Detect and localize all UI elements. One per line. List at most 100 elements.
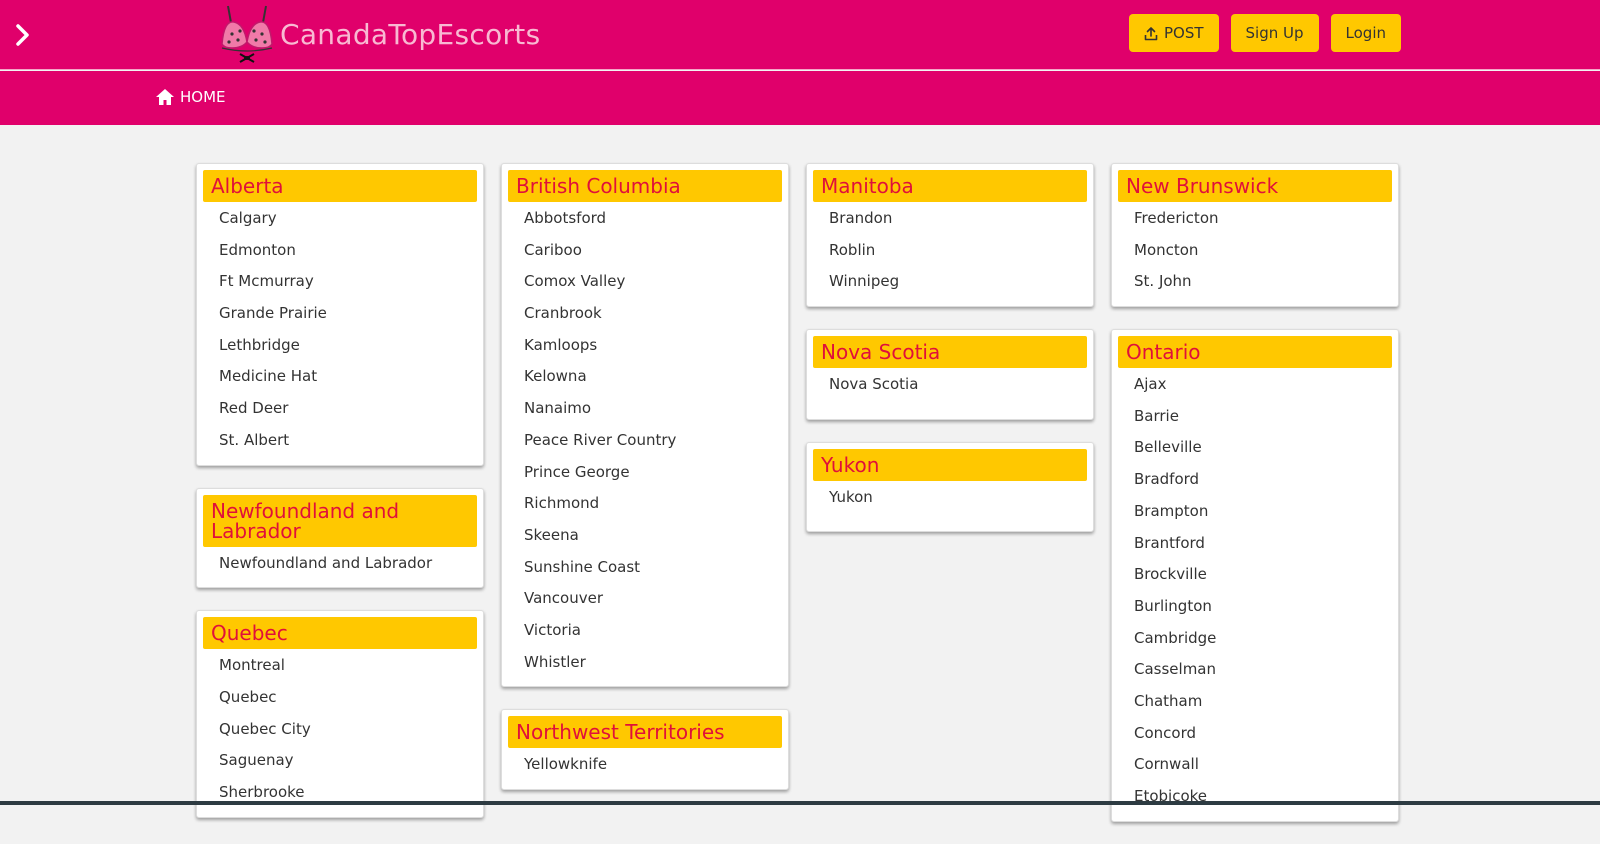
city-link[interactable]: Cranbrook — [508, 298, 782, 330]
site-logo[interactable]: CanadaTopEscorts — [220, 4, 540, 64]
city-list: Nova Scotia — [813, 368, 1087, 401]
chevron-right-icon — [16, 24, 29, 46]
city-link[interactable]: Moncton — [1118, 235, 1392, 267]
province-heading[interactable]: Ontario — [1118, 336, 1392, 369]
province-heading[interactable]: New Brunswick — [1118, 170, 1392, 202]
province-heading[interactable]: Quebec — [203, 617, 477, 650]
city-link[interactable]: St. Albert — [203, 425, 477, 457]
column-2: British Columbia Abbotsford Cariboo Comox … — [501, 163, 789, 812]
city-list: Fredericton Moncton St. John — [1118, 202, 1392, 298]
province-heading[interactable]: Manitoba — [813, 170, 1087, 202]
province-heading[interactable]: Yukon — [813, 448, 1087, 481]
province-card-alberta: Alberta Calgary Edmonton Ft Mcmurray Grande… — [196, 163, 484, 466]
city-link[interactable]: Yukon — [813, 482, 1087, 514]
city-list: Calgary Edmonton Ft Mcmurray Grande Prairie… — [203, 202, 477, 457]
province-heading[interactable]: Newfoundland and Labrador — [203, 494, 477, 547]
sidebar-toggle-button[interactable] — [10, 22, 36, 48]
city-link[interactable]: Belleville — [1118, 432, 1392, 464]
login-button[interactable]: Login — [1330, 14, 1401, 52]
login-button-label: Login — [1345, 24, 1386, 42]
city-link[interactable]: Nova Scotia — [813, 369, 1087, 401]
city-link[interactable]: Kelowna — [508, 361, 782, 393]
city-link[interactable]: Sunshine Coast — [508, 552, 782, 584]
province-card-yukon: Yukon Yukon — [806, 441, 1094, 533]
city-link[interactable]: Casselman — [1118, 654, 1392, 686]
city-list: Abbotsford Cariboo Comox Valley Cranbrook Ka… — [508, 202, 782, 678]
city-link[interactable]: Quebec City — [203, 714, 477, 746]
post-button-label: POST — [1163, 24, 1204, 42]
city-link[interactable]: Fredericton — [1118, 203, 1392, 235]
column-4: New Brunswick Fredericton Moncton St. John… — [1111, 163, 1399, 844]
city-link[interactable]: Peace River Country — [508, 425, 782, 457]
city-link[interactable]: Brockville — [1118, 559, 1392, 591]
city-link[interactable]: Kamloops — [508, 330, 782, 362]
column-3: Manitoba Brandon Roblin Winnipeg Nova Scot… — [806, 163, 1094, 554]
province-heading[interactable]: British Columbia — [508, 170, 782, 202]
province-heading[interactable]: Northwest Territories — [508, 716, 782, 749]
city-link[interactable]: Concord — [1118, 718, 1392, 750]
city-list: Brandon Roblin Winnipeg — [813, 202, 1087, 298]
city-link[interactable]: Brantford — [1118, 528, 1392, 560]
province-card-new-brunswick: New Brunswick Fredericton Moncton St. John — [1111, 163, 1399, 308]
bra-logo-icon — [221, 5, 273, 63]
city-link[interactable]: St. John — [1118, 266, 1392, 298]
province-heading[interactable]: Nova Scotia — [813, 336, 1087, 369]
city-link[interactable]: Chatham — [1118, 686, 1392, 718]
city-link[interactable]: Newfoundland and Labrador — [203, 548, 477, 580]
city-link[interactable]: Calgary — [203, 203, 477, 235]
city-link[interactable]: Whistler — [508, 647, 782, 679]
city-link[interactable]: Roblin — [813, 235, 1087, 267]
header-actions: POST Sign Up Login — [1128, 14, 1401, 52]
city-link[interactable]: Richmond — [508, 488, 782, 520]
city-list: Yellowknife — [508, 748, 782, 781]
city-link[interactable]: Yellowknife — [508, 749, 782, 781]
city-link[interactable]: Burlington — [1118, 591, 1392, 623]
city-link[interactable]: Quebec — [203, 682, 477, 714]
home-link-label: HOME — [180, 88, 226, 106]
city-link[interactable]: Edmonton — [203, 235, 477, 267]
city-link[interactable]: Comox Valley — [508, 266, 782, 298]
province-card-ontario: Ontario Ajax Barrie Belleville Bradford Bram… — [1111, 329, 1399, 822]
home-icon — [156, 89, 174, 105]
city-link[interactable]: Vancouver — [508, 583, 782, 615]
city-link[interactable]: Bradford — [1118, 464, 1392, 496]
province-card-quebec: Quebec Montreal Quebec Quebec City Saguenay… — [196, 610, 484, 818]
city-link[interactable]: Red Deer — [203, 393, 477, 425]
city-link[interactable]: Ft Mcmurray — [203, 266, 477, 298]
city-link[interactable]: Prince George — [508, 457, 782, 489]
card-spacer — [813, 513, 1087, 523]
city-link[interactable]: Skeena — [508, 520, 782, 552]
city-link[interactable]: Abbotsford — [508, 203, 782, 235]
city-link[interactable]: Nanaimo — [508, 393, 782, 425]
city-list: Ajax Barrie Belleville Bradford Brampton Bran… — [1118, 368, 1392, 813]
city-list: Yukon — [813, 481, 1087, 514]
post-button[interactable]: POST — [1128, 14, 1219, 52]
province-heading[interactable]: Alberta — [203, 170, 477, 202]
home-link[interactable]: HOME — [155, 88, 226, 106]
city-link[interactable]: Brandon — [813, 203, 1087, 235]
city-link[interactable]: Medicine Hat — [203, 361, 477, 393]
top-header: CanadaTopEscorts POST Sign Up Login — [0, 0, 1600, 70]
province-card-manitoba: Manitoba Brandon Roblin Winnipeg — [806, 163, 1094, 308]
city-link[interactable]: Etobicoke — [1118, 781, 1392, 813]
city-link[interactable]: Montreal — [203, 650, 477, 682]
city-list: Newfoundland and Labrador — [203, 547, 477, 580]
city-link[interactable]: Cornwall — [1118, 749, 1392, 781]
card-spacer — [813, 401, 1087, 411]
city-link[interactable]: Ajax — [1118, 369, 1392, 401]
upload-icon — [1144, 26, 1158, 40]
province-card-newfoundland: Newfoundland and Labrador Newfoundland a… — [196, 487, 484, 589]
city-list: Montreal Quebec Quebec City Saguenay Sherbro… — [203, 649, 477, 808]
city-link[interactable]: Grande Prairie — [203, 298, 477, 330]
city-link[interactable]: Lethbridge — [203, 330, 477, 362]
breadcrumb-bar: HOME — [0, 71, 1600, 125]
city-link[interactable]: Barrie — [1118, 401, 1392, 433]
city-link[interactable]: Cambridge — [1118, 623, 1392, 655]
city-link[interactable]: Brampton — [1118, 496, 1392, 528]
city-link[interactable]: Cariboo — [508, 235, 782, 267]
city-link[interactable]: Victoria — [508, 615, 782, 647]
sign-up-button[interactable]: Sign Up — [1230, 14, 1319, 52]
site-name: CanadaTopEscorts — [280, 17, 541, 51]
city-link[interactable]: Winnipeg — [813, 266, 1087, 298]
city-link[interactable]: Saguenay — [203, 745, 477, 777]
